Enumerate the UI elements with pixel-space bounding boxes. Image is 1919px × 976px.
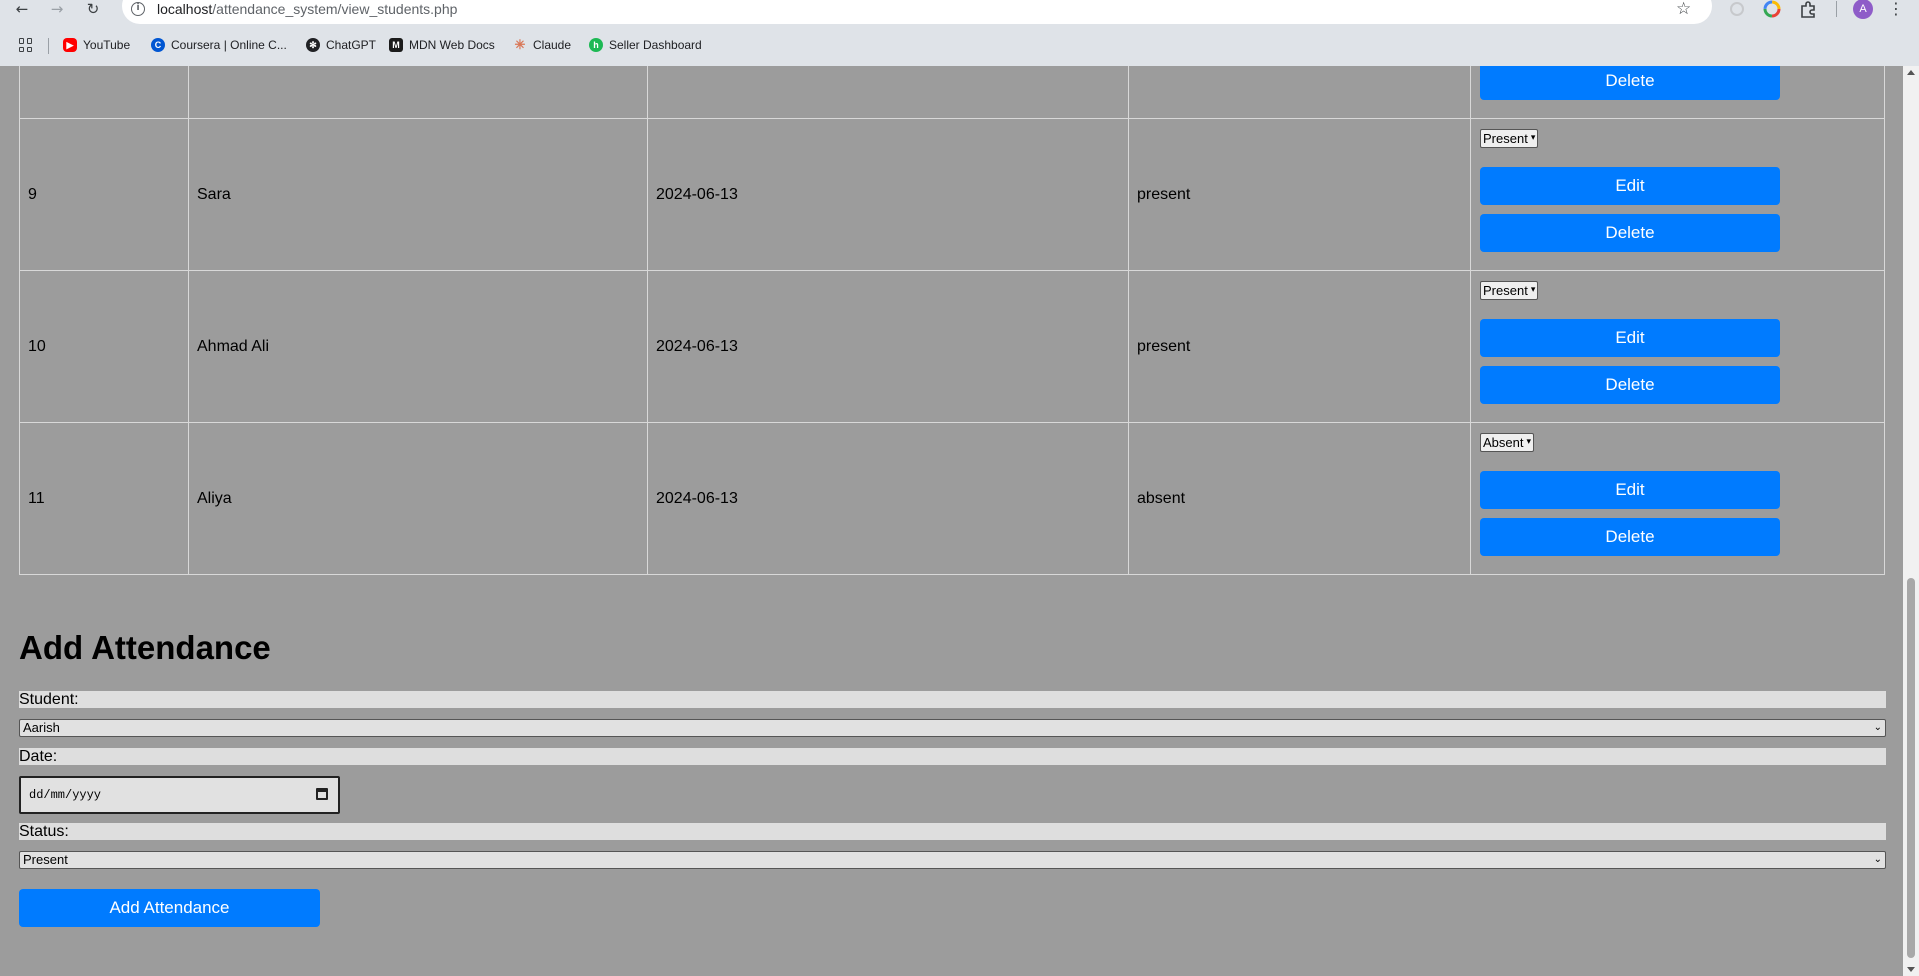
scroll-up-arrow-icon[interactable] <box>1907 70 1915 75</box>
bookmark-star-icon[interactable]: ☆ <box>1676 0 1691 19</box>
date-input[interactable]: dd/mm/yyyy <box>19 776 340 814</box>
cell-status: present <box>1128 118 1471 271</box>
student-select-value: Aarish <box>23 720 60 735</box>
status-dropdown[interactable]: Present ▾ <box>1480 128 1539 148</box>
menu-kebab-icon[interactable]: ⋮ <box>1888 0 1904 18</box>
cell-name: Sara <box>188 118 648 271</box>
table-row: 10 Ahmad Ali 2024-06-13 present Present ▾ Edit… <box>19 270 1885 423</box>
apps-grid-icon[interactable] <box>19 38 33 52</box>
forward-arrow-icon[interactable]: → <box>47 0 67 18</box>
cell-id: 8 <box>19 66 189 119</box>
student-select[interactable]: Aarish ⌄ <box>19 719 1886 737</box>
cell-name: Aliya <box>188 422 648 575</box>
mdn-icon: M <box>389 38 403 52</box>
status-dropdown[interactable]: Present ▾ <box>1480 280 1539 300</box>
delete-button[interactable]: Delete <box>1480 213 1780 252</box>
bookmark-youtube[interactable]: ▶ YouTube <box>63 36 130 54</box>
bookmark-seller-dashboard[interactable]: h Seller Dashboard <box>589 36 702 54</box>
cell-status: absent <box>1128 422 1471 575</box>
status-dropdown[interactable]: Absent ▾ <box>1480 432 1535 452</box>
table-row: 8Aarish2024-06-13presentPresent▾EditDele… <box>19 66 1885 119</box>
row-actions: Present▾EditDelete <box>1479 66 1876 118</box>
bookmark-label: Coursera | Online C... <box>171 38 287 52</box>
attendance-table: 8Aarish2024-06-13presentPresent▾EditDele… <box>19 66 1885 575</box>
edit-button[interactable]: Edit <box>1480 166 1780 205</box>
add-attendance-heading: Add Attendance <box>19 629 271 666</box>
chevron-down-icon: ▾ <box>1526 437 1532 447</box>
scrollbar-thumb[interactable] <box>1907 578 1915 958</box>
status-dropdown-value: Absent <box>1483 434 1524 450</box>
row-actions: Absent ▾ Edit Delete <box>1479 424 1876 574</box>
bookmark-label: Claude <box>533 38 572 52</box>
color-wheel-icon[interactable] <box>1763 0 1781 18</box>
cell-actions: Present▾EditDelete <box>1470 66 1885 119</box>
cell-actions: Absent ▾ Edit Delete <box>1470 422 1885 575</box>
claude-icon: ✳ <box>514 37 526 52</box>
delete-button[interactable]: Delete <box>1480 365 1780 404</box>
chevron-down-icon: ▾ <box>1530 133 1536 143</box>
table-row: 9 Sara 2024-06-13 present Present ▾ Edit Delete <box>19 118 1885 271</box>
cell-date: 2024-06-13 <box>647 270 1129 423</box>
back-arrow-icon[interactable]: ← <box>12 0 32 18</box>
cell-actions: Present▾ Edit Delete <box>1470 270 1885 423</box>
address-bar-row: ← → ↻ i localhost/attendance_system/view… <box>0 0 1919 24</box>
bookmark-label: YouTube <box>83 38 131 52</box>
page-scrollbar[interactable] <box>1903 66 1919 976</box>
date-placeholder: dd/mm/yyyy <box>29 788 102 802</box>
chevron-down-icon: ⌄ <box>1873 854 1882 865</box>
cell-id: 10 <box>19 270 189 423</box>
add-attendance-button[interactable]: Add Attendance <box>19 889 320 927</box>
coursera-icon: C <box>151 38 165 52</box>
edit-button[interactable]: Edit <box>1480 318 1780 357</box>
cell-status: present <box>1128 270 1471 423</box>
bookmark-chatgpt[interactable]: ✻ ChatGPT <box>306 36 376 54</box>
delete-button[interactable]: Delete <box>1480 517 1780 556</box>
bookmark-claude[interactable]: ✳ Claude <box>513 36 571 54</box>
reload-icon[interactable]: ↻ <box>83 0 103 18</box>
calendar-icon[interactable] <box>316 788 328 800</box>
cell-date: 2024-06-13 <box>647 118 1129 271</box>
cell-date: 2024-06-13 <box>647 66 1129 119</box>
status-dropdown-value: Present <box>1483 130 1528 146</box>
profile-avatar[interactable]: A <box>1853 0 1873 19</box>
cell-id: 9 <box>19 118 189 271</box>
cell-status: present <box>1128 66 1471 119</box>
status-select-value: Present <box>23 852 68 867</box>
youtube-icon: ▶ <box>63 38 77 52</box>
bookmark-label: Seller Dashboard <box>609 38 702 52</box>
chevron-down-icon: ▾ <box>1530 285 1536 295</box>
row-actions: Present▾ Edit Delete <box>1479 120 1876 270</box>
browser-chrome: ← → ↻ i localhost/attendance_system/view… <box>0 0 1919 66</box>
row-actions: Present▾ Edit Delete <box>1479 272 1876 422</box>
extensions-puzzle-icon[interactable] <box>1799 0 1817 18</box>
table-row: 11 Aliya 2024-06-13 absent Absent ▾ Edit Delete <box>19 422 1885 575</box>
chevron-down-icon: ⌄ <box>1873 722 1882 733</box>
bookmark-label: MDN Web Docs <box>409 38 495 52</box>
bookmarks-divider <box>48 38 49 54</box>
date-label: Date: <box>19 748 1886 765</box>
seller-dashboard-icon: h <box>589 38 603 52</box>
bookmarks-bar: ▶ YouTube C Coursera | Online C... ✻ Cha… <box>0 35 1919 57</box>
cell-name: Ahmad Ali <box>188 270 648 423</box>
edit-button[interactable]: Edit <box>1480 470 1780 509</box>
status-dropdown-value: Present <box>1483 282 1528 298</box>
chatgpt-icon: ✻ <box>306 38 320 52</box>
extension-gear-icon[interactable] <box>1728 0 1746 18</box>
cell-date: 2024-06-13 <box>647 422 1129 575</box>
cell-id: 11 <box>19 422 189 575</box>
bookmark-label: ChatGPT <box>326 38 377 52</box>
bookmark-coursera[interactable]: C Coursera | Online C... <box>151 36 287 54</box>
bookmark-mdn[interactable]: M MDN Web Docs <box>389 36 495 54</box>
scroll-down-arrow-icon[interactable] <box>1907 967 1915 972</box>
cell-actions: Present▾ Edit Delete <box>1470 118 1885 271</box>
toolbar-divider <box>1836 1 1837 17</box>
status-select[interactable]: Present ⌄ <box>19 851 1886 869</box>
status-label: Status: <box>19 823 1886 840</box>
site-info-icon[interactable]: i <box>131 2 145 16</box>
url-text[interactable]: localhost/attendance_system/view_student… <box>157 1 457 17</box>
delete-button[interactable]: Delete <box>1480 66 1780 100</box>
cell-name: Aarish <box>188 66 648 119</box>
student-label: Student: <box>19 691 1886 708</box>
